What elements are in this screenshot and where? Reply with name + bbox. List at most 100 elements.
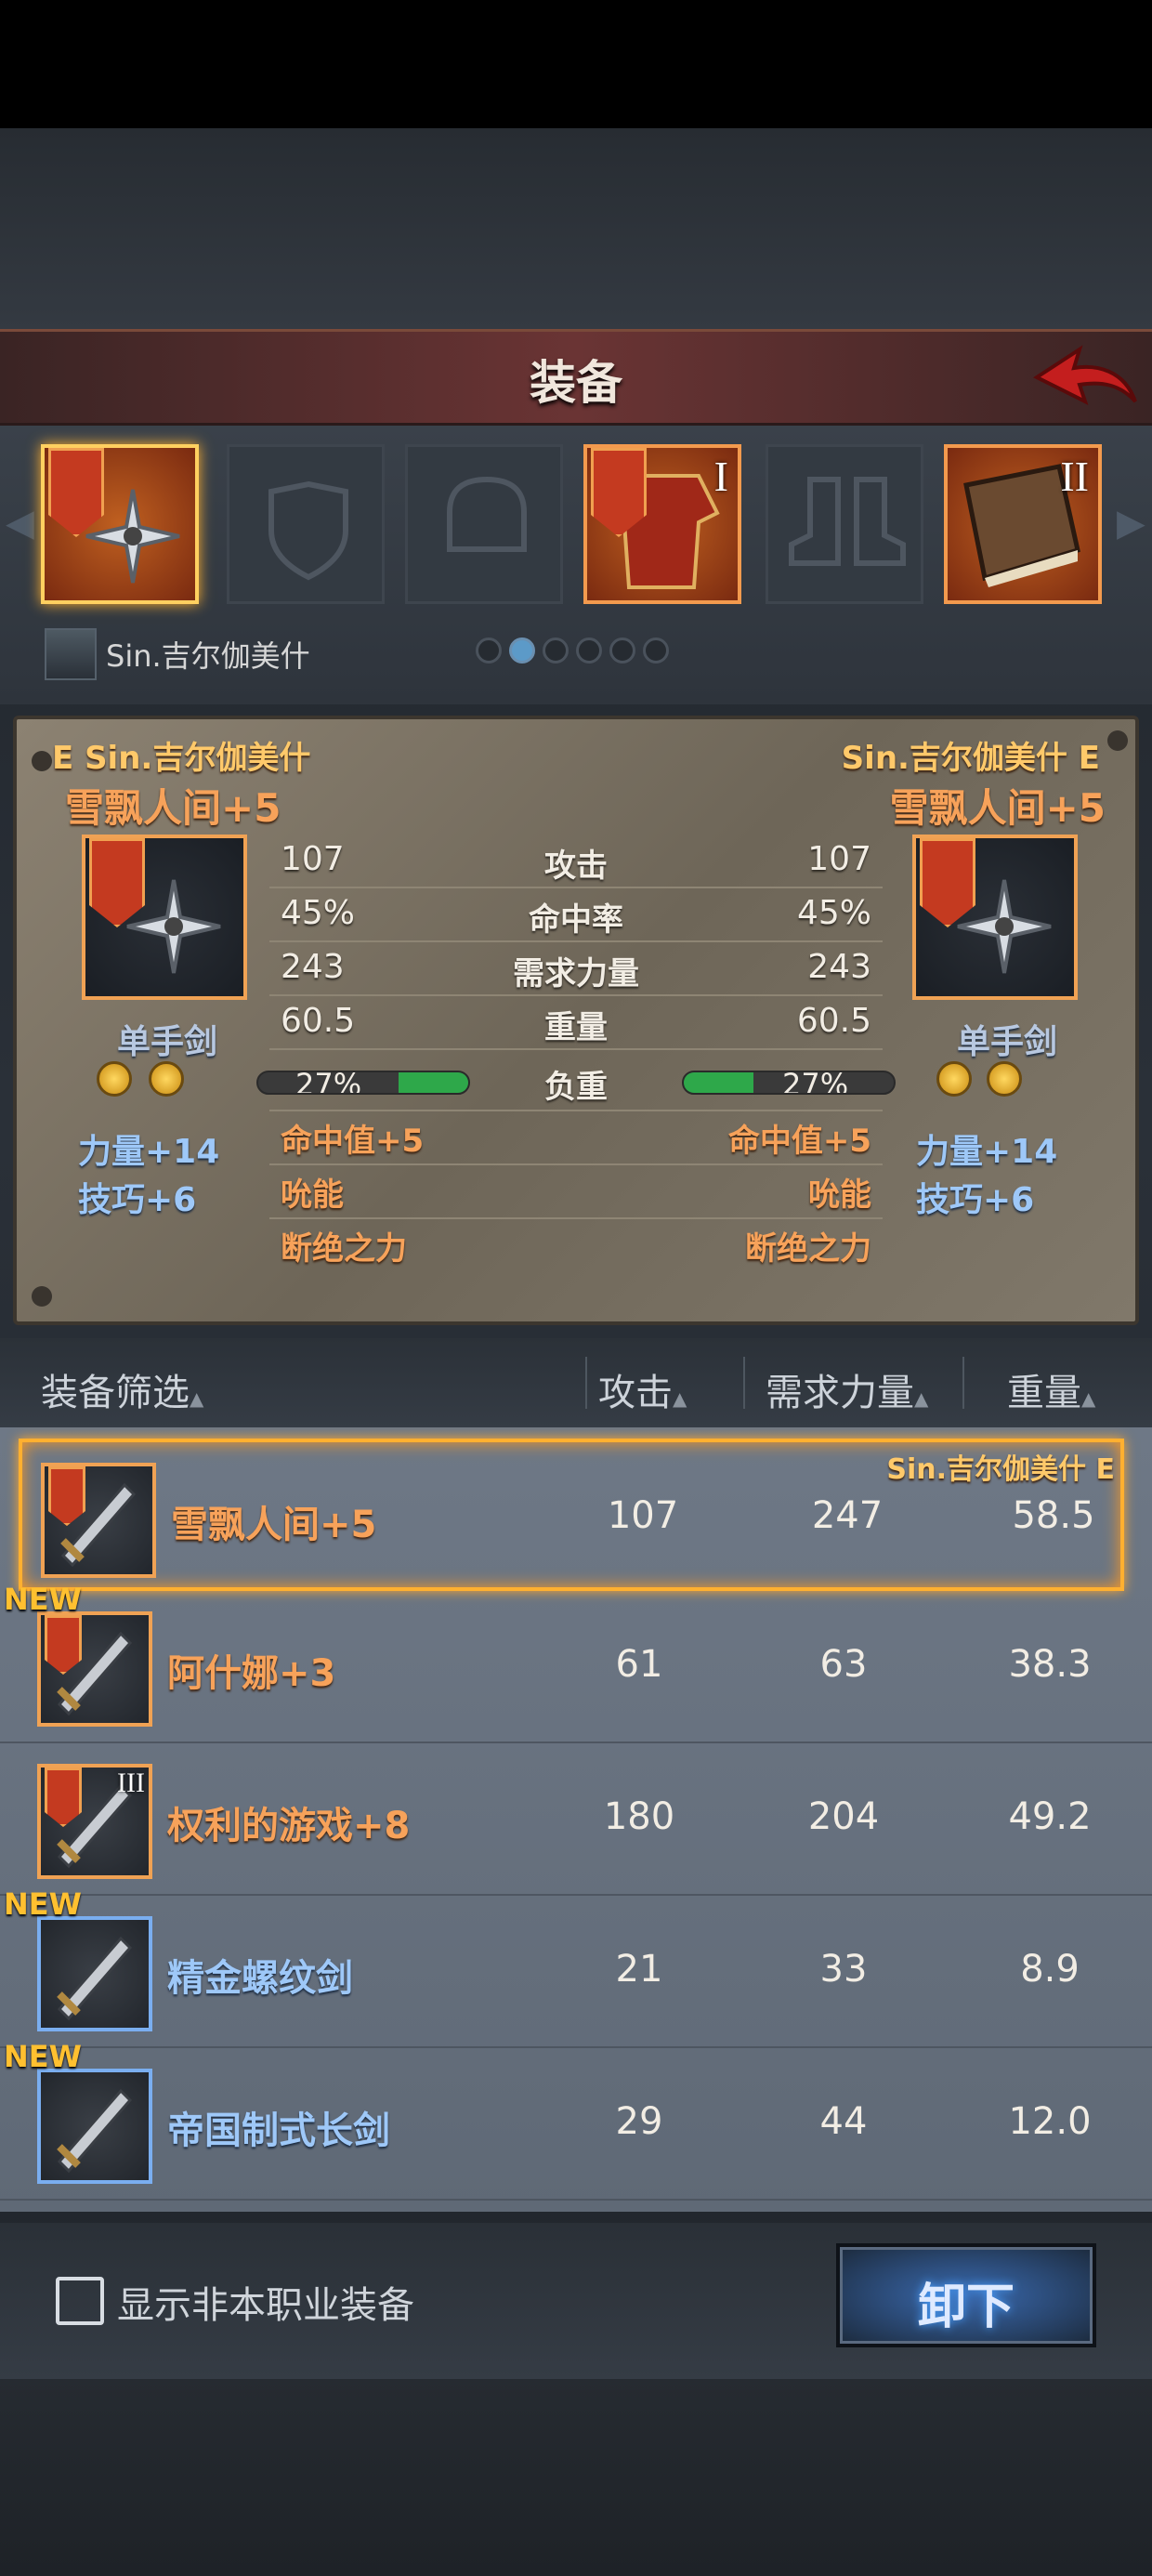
back-arrow-icon — [1032, 345, 1137, 405]
panel-rivet — [32, 751, 52, 771]
stat-label: 攻击 — [544, 848, 608, 885]
item-weight: 12.0 — [1008, 2100, 1092, 2143]
bottom-background — [0, 2379, 1152, 2576]
stat-left-value: 45% — [281, 894, 356, 932]
new-badge: NEW — [4, 1582, 82, 1617]
equip-slot-2[interactable] — [227, 444, 385, 604]
panel-rivet — [1107, 730, 1128, 751]
sort-str-button[interactable]: 需求力量▲ — [766, 1362, 928, 1416]
panel-rivet — [32, 1286, 52, 1307]
right-owner: Sin.吉尔伽美什 E — [841, 740, 1100, 777]
page-dot[interactable] — [609, 637, 635, 664]
attack-header-label: 攻击 — [598, 1372, 673, 1414]
equip-slot-4[interactable]: I — [583, 444, 741, 604]
stat-divider — [269, 1048, 883, 1050]
equip-slot-3[interactable] — [405, 444, 563, 604]
stat-right-value: 107 — [807, 840, 871, 878]
stat-left-value: 107 — [281, 840, 345, 878]
top-band — [0, 128, 1152, 333]
list-item[interactable]: 阿什娜+3 61 63 38.3 NEW — [0, 1582, 1152, 1743]
character-name: Sin.吉尔伽美什 — [106, 638, 310, 674]
tier-label: III — [117, 1768, 145, 1798]
header-divider — [585, 1357, 587, 1409]
equip-slot-6[interactable]: II — [944, 444, 1102, 604]
stat-label: 需求力量 — [513, 955, 639, 992]
item-attack: 21 — [615, 1948, 663, 1991]
unequip-label[interactable]: 卸下 — [836, 2267, 1096, 2337]
cross-sword-icon — [82, 485, 184, 587]
item-thumbnail: III — [37, 1764, 152, 1879]
equipment-list[interactable]: 雪飘人间+5 107 247 58.5 Sin.吉尔伽美什 E 阿什娜+3 61 63 38.3… — [0, 1427, 1152, 2212]
stat-label: 重量 — [544, 1009, 608, 1046]
header-divider — [962, 1357, 964, 1409]
stat-left-value: 243 — [281, 948, 345, 986]
right-effect: 命中值+5 — [727, 1123, 871, 1160]
item-attack: 180 — [603, 1795, 675, 1838]
helmet-icon — [447, 476, 527, 552]
tier-label: II — [1060, 453, 1089, 500]
equip-slot-5[interactable] — [766, 444, 923, 604]
list-item[interactable]: 帝国制式长剑 29 44 12.0 NEW — [0, 2039, 1152, 2201]
item-thumbnail — [37, 2069, 152, 2184]
weight-header-label: 重量 — [1007, 1372, 1081, 1414]
filter-label: 装备筛选 — [41, 1372, 190, 1414]
right-effect: 吮能 — [808, 1176, 871, 1214]
left-item-type: 单手剑 — [117, 1023, 218, 1061]
show-other-class-checkbox[interactable] — [56, 2277, 104, 2325]
item-str-req: 33 — [819, 1948, 868, 1991]
list-item[interactable]: 雪飘人间+5 107 247 58.5 Sin.吉尔伽美什 E — [19, 1439, 1124, 1591]
character-selector[interactable]: Sin.吉尔伽美什 — [45, 628, 491, 680]
right-bonus-dex: 技巧+6 — [916, 1181, 1035, 1219]
item-str-req: 204 — [807, 1795, 880, 1838]
item-thumbnail — [37, 1916, 152, 2031]
left-owner: E Sin.吉尔伽美什 — [52, 740, 311, 777]
sort-attack-button[interactable]: 攻击▲ — [598, 1362, 687, 1416]
item-weight: 49.2 — [1008, 1795, 1092, 1838]
sort-triangle-icon: ▲ — [190, 1387, 204, 1410]
sort-weight-button[interactable]: 重量▲ — [1007, 1362, 1095, 1416]
page-dot[interactable] — [576, 637, 602, 664]
sort-triangle-icon: ▲ — [914, 1387, 929, 1410]
equipment-screen: 装备 ◀ ▶ I II Sin.吉尔伽美什 E Sin.吉尔伽美什 Sin.吉尔伽美… — [0, 0, 1152, 2576]
left-item-name: 雪飘人间+5 — [65, 785, 281, 831]
item-name: 权利的游戏+8 — [167, 1805, 411, 1847]
gem-socket-icon — [149, 1061, 184, 1097]
item-weight: 38.3 — [1008, 1643, 1092, 1686]
stat-divider — [269, 1217, 883, 1219]
slots-right-arrow-icon[interactable]: ▶ — [1117, 502, 1145, 545]
tier-label: I — [713, 453, 728, 500]
item-str-req: 247 — [811, 1494, 884, 1537]
list-item[interactable]: 精金螺纹剑 21 33 8.9 NEW — [0, 1886, 1152, 2048]
filter-button[interactable]: 装备筛选▲ — [41, 1362, 203, 1416]
item-attack: 61 — [615, 1643, 663, 1686]
str-header-label: 需求力量 — [766, 1372, 914, 1414]
left-effect: 吮能 — [281, 1176, 344, 1214]
header-divider — [743, 1357, 745, 1409]
slots-left-arrow-icon[interactable]: ◀ — [6, 502, 34, 545]
back-button[interactable] — [1031, 336, 1143, 418]
page-title: 装备 — [530, 356, 622, 410]
page-indicator — [476, 637, 669, 664]
gem-socket-icon — [97, 1061, 132, 1097]
left-bonus-dex: 技巧+6 — [78, 1181, 197, 1219]
equip-slot-1[interactable] — [41, 444, 199, 604]
stat-divider — [269, 940, 883, 942]
item-name: 阿什娜+3 — [167, 1652, 336, 1695]
stat-right-value: 45% — [796, 894, 871, 932]
left-effect: 断绝之力 — [281, 1230, 407, 1268]
gem-socket-icon — [987, 1061, 1022, 1097]
page-dot[interactable] — [509, 637, 535, 664]
right-bonus-str: 力量+14 — [916, 1133, 1058, 1171]
item-str-req: 44 — [819, 2100, 868, 2143]
item-attack: 107 — [607, 1494, 679, 1537]
cross-sword-icon — [123, 875, 225, 978]
page-dot[interactable] — [476, 637, 502, 664]
item-weight: 8.9 — [1020, 1948, 1080, 1991]
left-item-image — [82, 835, 247, 1000]
item-str-req: 63 — [819, 1643, 868, 1686]
show-other-class-label[interactable]: 显示非本职业装备 — [117, 2275, 414, 2329]
page-dot[interactable] — [543, 637, 569, 664]
list-item[interactable]: III 权利的游戏+8 180 204 49.2 — [0, 1743, 1152, 1896]
page-dot[interactable] — [643, 637, 669, 664]
left-bonus-str: 力量+14 — [78, 1133, 220, 1171]
